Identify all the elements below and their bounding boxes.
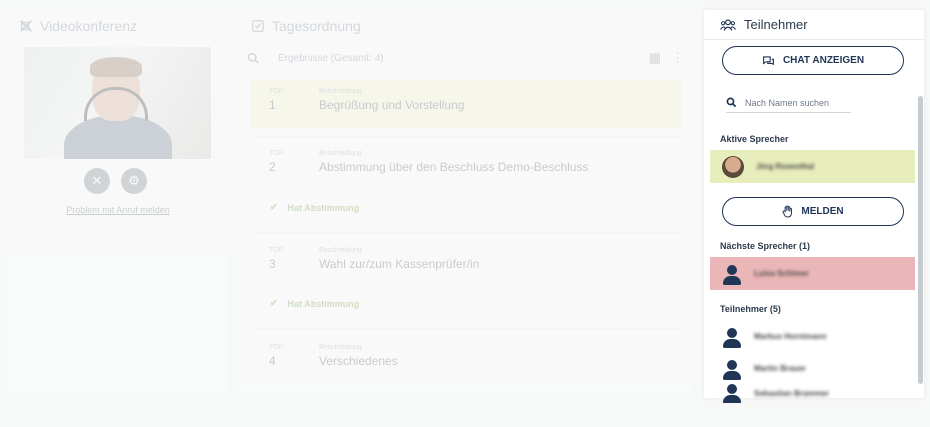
video-conference-panel: Videokonferenz ✕ ⚙ Problem mit Anruf mel…: [7, 10, 229, 392]
agenda-item[interactable]: TOP Beschreibung 3 Wahl zur/zum Kassenprüf…: [251, 239, 681, 287]
name-search-placeholder: Nach Namen suchen: [745, 97, 830, 108]
agenda-description: Verschiedenes: [319, 354, 398, 368]
video-off-icon: [20, 20, 32, 32]
vote-tag: ✔ Hat Abstimmung: [270, 298, 359, 309]
mute-button[interactable]: ✕: [84, 168, 110, 194]
top-label: TOP: [269, 150, 284, 157]
check-icon: ✔: [270, 202, 278, 212]
desc-label: Beschreibung: [319, 344, 362, 351]
agenda-number: 1: [269, 98, 276, 112]
chat-icon: [762, 55, 774, 65]
agenda-item[interactable]: TOP Beschreibung 1 Begrüßung und Vorstellu…: [251, 80, 681, 128]
participants-count-label: Teilnehmer (5): [720, 304, 781, 314]
agenda-number: 3: [269, 257, 276, 271]
desc-label: Beschreibung: [319, 88, 362, 95]
person-icon: [722, 326, 742, 348]
raise-hand-label: MELDEN: [801, 206, 844, 217]
table-view-icon[interactable]: ▦: [649, 50, 661, 66]
agenda-description: Wahl zur/zum Kassenprüfer/in: [319, 257, 480, 271]
divider: [251, 232, 681, 233]
vote-tag-label: Hat Abstimmung: [287, 298, 360, 309]
mic-off-icon: ✕: [91, 173, 103, 188]
agenda-search-placeholder: Ergebnisse (Gesamt: 4): [278, 52, 384, 64]
participant-row[interactable]: Martin Brauer: [710, 352, 915, 385]
show-chat-button[interactable]: CHAT ANZEIGEN: [722, 46, 904, 75]
raise-hand-button[interactable]: MELDEN: [722, 197, 904, 226]
participant-row[interactable]: Sebastian Brammer: [710, 383, 915, 403]
checkbox-icon: [252, 20, 264, 32]
participant-name: Sebastian Brammer: [754, 388, 830, 398]
desc-label: Beschreibung: [319, 150, 362, 157]
video-panel-title: Videokonferenz: [40, 18, 138, 34]
vote-tag: ✔ Hat Abstimmung: [270, 202, 359, 213]
video-settings-button[interactable]: ⚙: [121, 168, 147, 194]
divider: [251, 136, 681, 137]
check-icon: ✔: [270, 298, 278, 308]
agenda-item[interactable]: TOP Beschreibung 2 Abstimmung über den Bes…: [251, 142, 681, 190]
agenda-title: Tagesordnung: [272, 18, 361, 34]
top-label: TOP: [269, 247, 284, 254]
person-hair: [90, 57, 142, 77]
agenda-number: 2: [269, 160, 276, 174]
vote-tag-label: Hat Abstimmung: [287, 202, 360, 213]
report-problem-link[interactable]: Problem mit Anruf melden: [7, 205, 229, 215]
participants-scrollbar[interactable]: [918, 96, 923, 384]
video-stream[interactable]: [24, 47, 211, 159]
next-speaker-row[interactable]: Luisa Schimer: [710, 257, 915, 290]
agenda-item[interactable]: TOP Beschreibung 4 Verschiedenes: [251, 336, 681, 384]
participants-panel: Teilnehmer CHAT ANZEIGEN Nach Namen such…: [704, 10, 924, 403]
hand-icon: [782, 205, 793, 218]
gear-icon: ⚙: [128, 173, 140, 188]
search-icon: [726, 97, 737, 108]
participant-row[interactable]: Markus Hornimann: [710, 320, 915, 353]
name-search-input[interactable]: Nach Namen suchen: [726, 97, 851, 113]
show-chat-label: CHAT ANZEIGEN: [782, 55, 865, 66]
person-icon: [722, 358, 742, 380]
video-panel-header: Videokonferenz: [7, 10, 229, 42]
agenda-search[interactable]: Ergebnisse (Gesamt: 4) ▦ ⋮: [239, 44, 692, 72]
speaker-name: Luisa Schimer: [754, 269, 809, 278]
next-speakers-label: Nächste Sprecher (1): [720, 241, 811, 251]
agenda-number: 4: [269, 354, 276, 368]
active-speaker-row[interactable]: Jörg Rosenthal: [710, 150, 915, 183]
top-label: TOP: [269, 344, 284, 351]
active-speakers-label: Aktive Sprecher: [720, 134, 789, 144]
person-icon: [722, 263, 742, 285]
agenda-panel: Tagesordnung Ergebnisse (Gesamt: 4) ▦ ⋮ …: [239, 10, 692, 392]
person-body: [64, 115, 172, 159]
desc-label: Beschreibung: [319, 247, 362, 254]
agenda-header: Tagesordnung: [239, 10, 692, 42]
avatar: [722, 155, 744, 178]
search-icon: [247, 52, 259, 64]
participants-title: Teilnehmer: [744, 17, 808, 32]
person-icon: [722, 383, 742, 403]
agenda-description: Begrüßung und Vorstellung: [319, 98, 465, 112]
group-icon: [720, 18, 736, 31]
speaker-name: Jörg Rosenthal: [756, 162, 815, 171]
more-vert-icon[interactable]: ⋮: [671, 50, 684, 66]
participants-header: Teilnehmer: [704, 10, 924, 40]
participant-name: Markus Hornimann: [754, 332, 827, 341]
top-label: TOP: [269, 88, 284, 95]
agenda-description: Abstimmung über den Beschluss Demo-Besch…: [319, 160, 589, 174]
divider: [251, 328, 681, 329]
participant-name: Martin Brauer: [754, 364, 807, 373]
